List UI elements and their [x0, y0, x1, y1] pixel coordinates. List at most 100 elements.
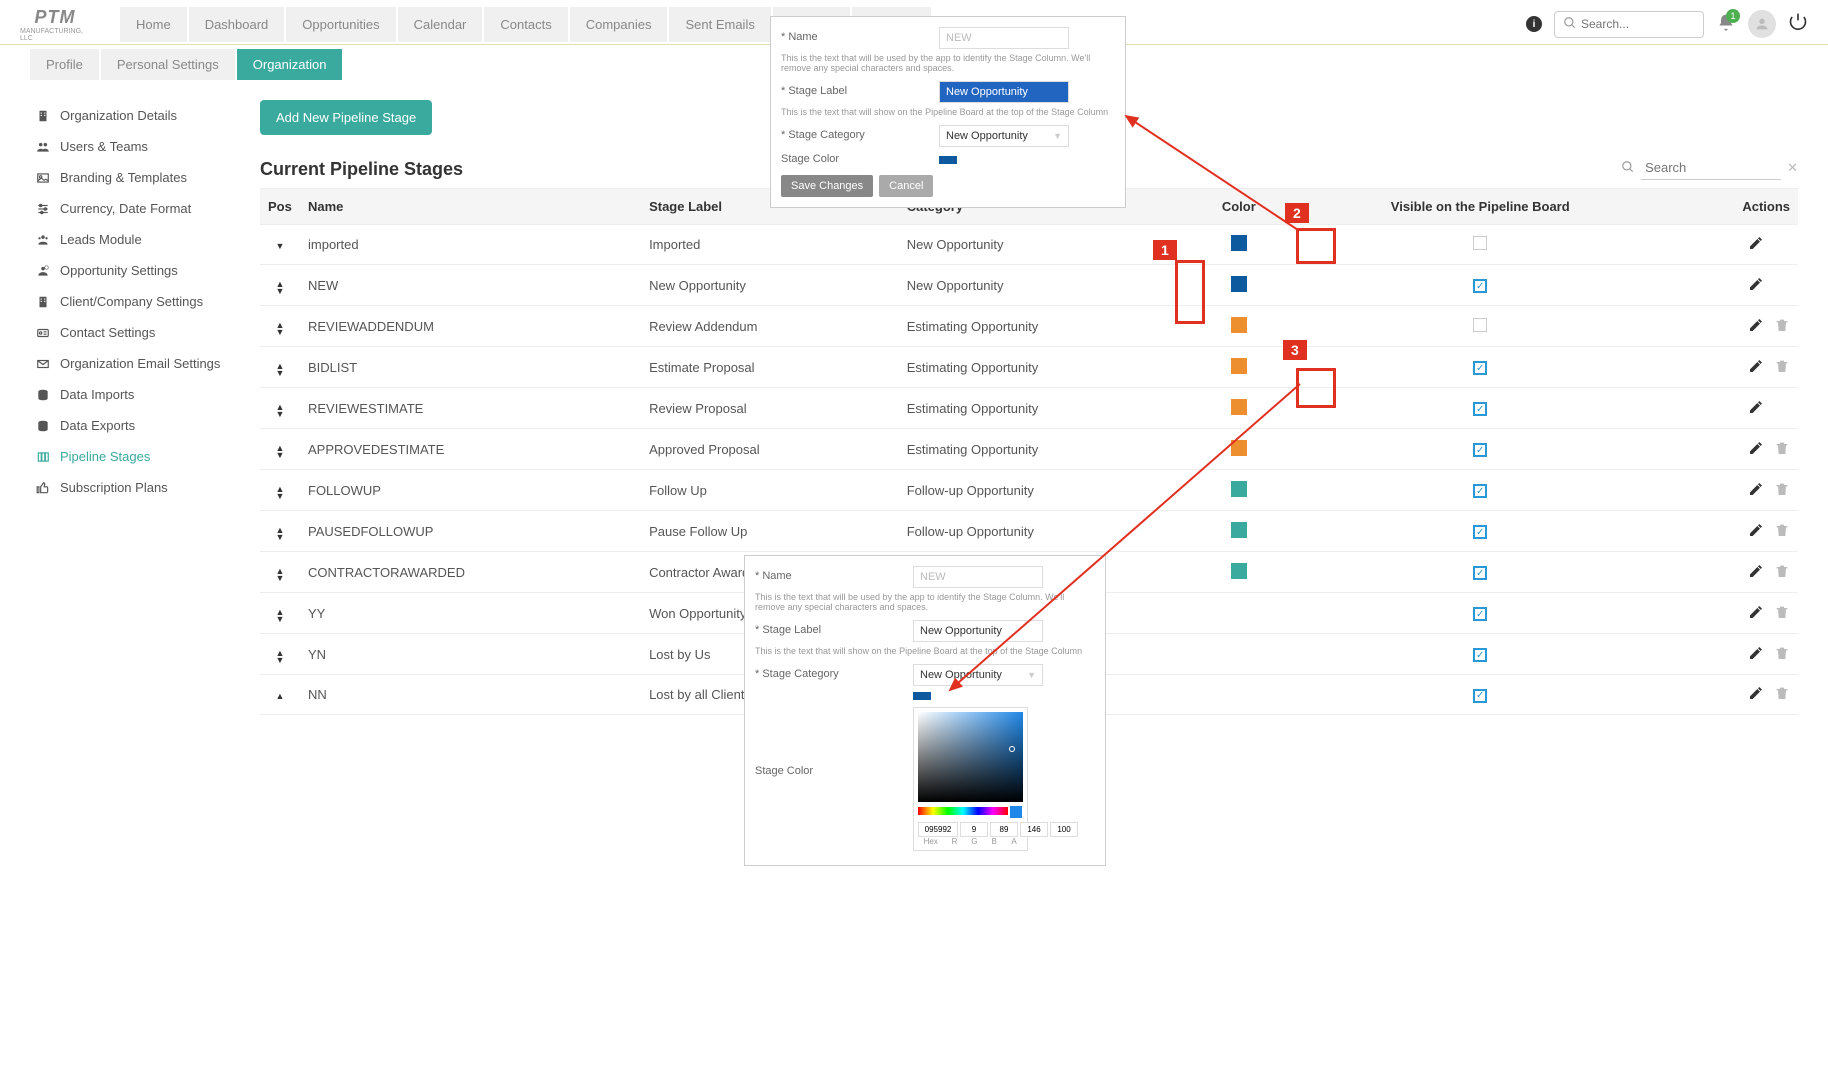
reorder-handle[interactable]: ▲▼	[276, 404, 285, 418]
edit-icon[interactable]	[1748, 522, 1764, 541]
edit-icon[interactable]	[1748, 276, 1764, 295]
nav-calendar[interactable]: Calendar	[398, 7, 483, 42]
close-icon[interactable]: ✕	[1787, 160, 1798, 176]
stage-label-input[interactable]: New Opportunity	[939, 81, 1069, 103]
table-search: ✕	[1621, 156, 1798, 180]
visible-checkbox[interactable]: ✓	[1473, 566, 1487, 580]
reorder-handle[interactable]: ▲▼	[276, 445, 285, 459]
cancel-button[interactable]: Cancel	[879, 175, 933, 197]
nav-dashboard[interactable]: Dashboard	[189, 7, 285, 42]
sidebar-item-leads-module[interactable]: Leads Module	[30, 224, 240, 255]
logo-text: PTM	[35, 7, 76, 28]
reorder-handle[interactable]: ▲▼	[276, 568, 285, 582]
sidebar-item-pipeline-stages[interactable]: Pipeline Stages	[30, 441, 240, 472]
sidebar-item-data-exports[interactable]: Data Exports	[30, 410, 240, 441]
delete-icon[interactable]	[1774, 358, 1790, 377]
visible-checkbox[interactable]: ✓	[1473, 279, 1487, 293]
category-select[interactable]: New Opportunity▼	[939, 125, 1069, 147]
delete-icon[interactable]	[1774, 440, 1790, 459]
info-icon[interactable]: i	[1526, 16, 1542, 32]
edit-icon[interactable]	[1748, 563, 1764, 582]
notifications[interactable]: 1	[1716, 13, 1736, 36]
delete-icon[interactable]	[1774, 645, 1790, 664]
sidebar-item-label: Data Exports	[60, 418, 135, 433]
edit-icon[interactable]	[1748, 399, 1764, 418]
color-chip[interactable]	[939, 156, 957, 164]
avatar[interactable]	[1748, 10, 1776, 38]
name-input[interactable]	[913, 566, 1043, 588]
edit-icon[interactable]	[1748, 604, 1764, 623]
visible-checkbox[interactable]: ✓	[1473, 484, 1487, 498]
edit-icon[interactable]	[1748, 358, 1764, 377]
color-chip[interactable]	[913, 692, 931, 700]
sidebar-item-organization-details[interactable]: Organization Details	[30, 100, 240, 131]
sidebar-item-users-teams[interactable]: Users & Teams	[30, 131, 240, 162]
reorder-handle[interactable]: ▲▼	[276, 281, 285, 295]
sidebar-item-contact-settings[interactable]: Contact Settings	[30, 317, 240, 348]
sidebar-item-opportunity-settings[interactable]: Opportunity Settings	[30, 255, 240, 286]
delete-icon[interactable]	[1774, 604, 1790, 623]
save-button[interactable]: Save Changes	[781, 175, 873, 197]
add-pipeline-stage-button[interactable]: Add New Pipeline Stage	[260, 100, 432, 135]
edit-icon[interactable]	[1748, 645, 1764, 664]
reorder-handle[interactable]: ▲▼	[276, 650, 285, 664]
nav-opportunities[interactable]: Opportunities	[286, 7, 395, 42]
sidebar-item-data-imports[interactable]: Data Imports	[30, 379, 240, 410]
delete-icon[interactable]	[1774, 685, 1790, 704]
edit-icon[interactable]	[1748, 317, 1764, 336]
hex-input[interactable]	[918, 822, 958, 837]
a-input[interactable]	[1050, 822, 1078, 837]
visible-checkbox[interactable]: ✓	[1473, 525, 1487, 539]
g-input[interactable]	[990, 822, 1018, 837]
visible-checkbox[interactable]	[1473, 236, 1487, 250]
visible-checkbox[interactable]: ✓	[1473, 402, 1487, 416]
search-box[interactable]	[1554, 11, 1704, 38]
sidebar-item-subscription-plans[interactable]: Subscription Plans	[30, 472, 240, 503]
nav-companies[interactable]: Companies	[570, 7, 668, 42]
color-saturation-picker[interactable]	[918, 712, 1023, 802]
subnav-personal-settings[interactable]: Personal Settings	[101, 49, 235, 80]
edit-icon[interactable]	[1748, 235, 1764, 254]
sidebar-item-client-company-settings[interactable]: Client/Company Settings	[30, 286, 240, 317]
search-input[interactable]	[1581, 17, 1695, 31]
visible-checkbox[interactable]: ✓	[1473, 361, 1487, 375]
nav-home[interactable]: Home	[120, 7, 187, 42]
table-search-input[interactable]	[1641, 156, 1781, 180]
reorder-handle[interactable]: ▲	[276, 693, 285, 700]
delete-icon[interactable]	[1774, 317, 1790, 336]
sidebar-item-label: Branding & Templates	[60, 170, 187, 185]
r-input[interactable]	[960, 822, 988, 837]
nav-sent-emails[interactable]: Sent Emails	[669, 7, 770, 42]
reorder-handle[interactable]: ▲▼	[276, 322, 285, 336]
edit-icon[interactable]	[1748, 440, 1764, 459]
stage-label-input[interactable]	[913, 620, 1043, 642]
edit-icon[interactable]	[1748, 481, 1764, 500]
reorder-handle[interactable]: ▼	[276, 243, 285, 250]
reorder-handle[interactable]: ▲▼	[276, 363, 285, 377]
power-icon[interactable]	[1788, 12, 1808, 37]
name-input[interactable]	[939, 27, 1069, 49]
sidebar-item-organization-email-settings[interactable]: Organization Email Settings	[30, 348, 240, 379]
reorder-handle[interactable]: ▲▼	[276, 486, 285, 500]
visible-checkbox[interactable]: ✓	[1473, 607, 1487, 621]
hue-slider[interactable]	[918, 807, 1008, 815]
edit-icon[interactable]	[1748, 685, 1764, 704]
search-icon	[1563, 16, 1577, 33]
visible-checkbox[interactable]: ✓	[1473, 443, 1487, 457]
nav-contacts[interactable]: Contacts	[484, 7, 567, 42]
visible-checkbox[interactable]: ✓	[1473, 648, 1487, 662]
reorder-handle[interactable]: ▲▼	[276, 527, 285, 541]
subnav-profile[interactable]: Profile	[30, 49, 99, 80]
subnav-organization[interactable]: Organization	[237, 49, 343, 80]
sidebar-item-branding-templates[interactable]: Branding & Templates	[30, 162, 240, 193]
delete-icon[interactable]	[1774, 563, 1790, 582]
sidebar-item-label: Currency, Date Format	[60, 201, 191, 216]
delete-icon[interactable]	[1774, 522, 1790, 541]
category-select[interactable]: New Opportunity▼	[913, 664, 1043, 686]
b-input[interactable]	[1020, 822, 1048, 837]
visible-checkbox[interactable]	[1473, 318, 1487, 332]
reorder-handle[interactable]: ▲▼	[276, 609, 285, 623]
sidebar-item-currency-date-format[interactable]: Currency, Date Format	[30, 193, 240, 224]
visible-checkbox[interactable]: ✓	[1473, 689, 1487, 703]
delete-icon[interactable]	[1774, 481, 1790, 500]
